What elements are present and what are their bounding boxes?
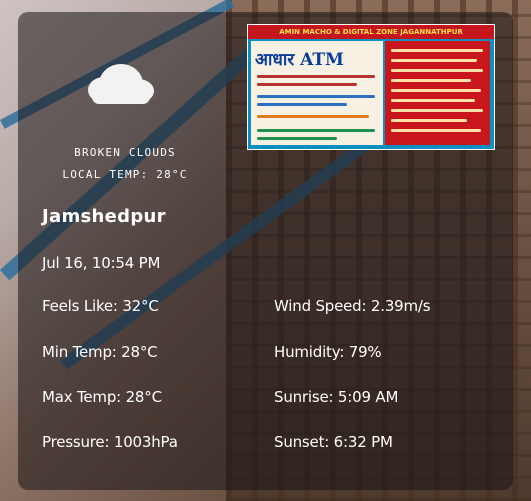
ad-left-panel: आधार ATM [251, 41, 383, 145]
local-temperature: LOCAL TEMP: 28°C [62, 168, 188, 181]
ad-text-line [257, 115, 369, 118]
max-temp-value: Max Temp: 28°C [42, 388, 162, 406]
ad-text-line [391, 69, 483, 72]
ad-text-line [391, 129, 481, 132]
ad-text-line [391, 79, 471, 82]
wind-speed-value: Wind Speed: 2.39m/s [274, 297, 431, 315]
pressure-value: Pressure: 1003hPa [42, 433, 178, 451]
humidity-value: Humidity: 79% [274, 343, 382, 361]
ad-text-line [257, 137, 337, 140]
ad-title: आधार ATM [255, 50, 344, 70]
date-time: Jul 16, 10:54 PM [42, 254, 161, 272]
feels-like-value: Feels Like: 32°C [42, 297, 159, 315]
ad-text-line [391, 119, 467, 122]
advertisement-banner[interactable]: AMIN MACHO & DIGITAL ZONE JAGANNATHPUR आ… [247, 24, 495, 150]
ad-text-line [257, 75, 375, 78]
sunset-value: Sunset: 6:32 PM [274, 433, 393, 451]
ad-text-line [391, 109, 483, 112]
weather-description: BROKEN CLOUDS [74, 146, 176, 159]
ad-text-line [257, 95, 375, 98]
ad-text-line [257, 103, 347, 106]
city-name: Jamshedpur [42, 206, 166, 227]
ad-text-line [391, 89, 481, 92]
ad-text-line [257, 129, 375, 132]
ad-header: AMIN MACHO & DIGITAL ZONE JAGANNATHPUR [248, 25, 494, 39]
ad-text-line [391, 59, 477, 62]
cloud-icon [88, 64, 154, 104]
ad-text-line [391, 99, 475, 102]
ad-text-line [391, 49, 483, 52]
ad-text-line [257, 83, 357, 86]
ad-right-panel [385, 41, 490, 145]
sunrise-value: Sunrise: 5:09 AM [274, 388, 399, 406]
min-temp-value: Min Temp: 28°C [42, 343, 158, 361]
